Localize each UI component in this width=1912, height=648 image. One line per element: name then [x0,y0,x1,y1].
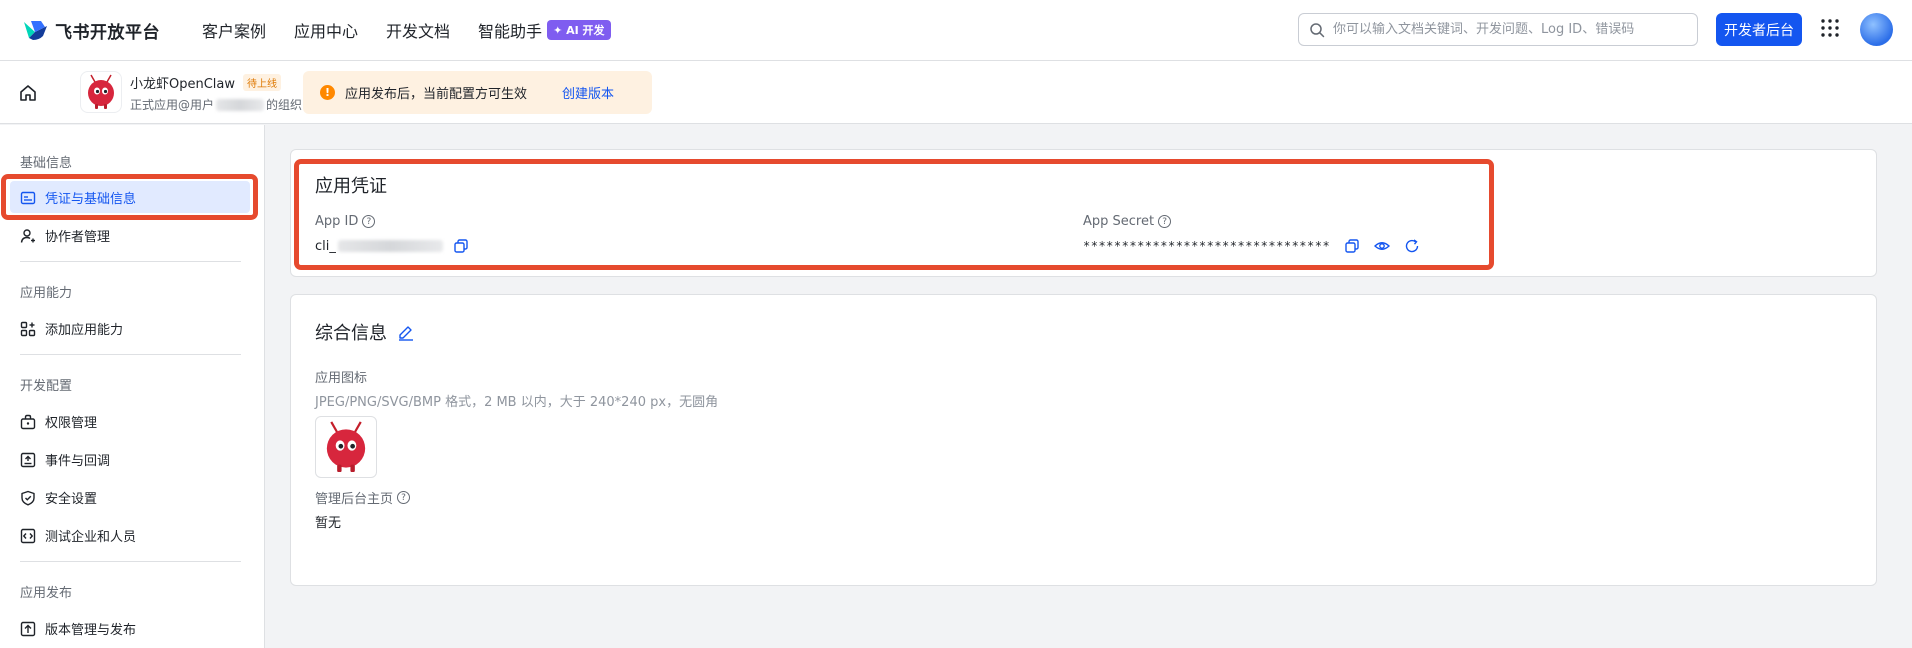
sidebar-item-label: 协作者管理 [45,230,111,245]
notice-text: 应用发布后，当前配置方可生效 [345,87,528,102]
nav-app-center[interactable]: 应用中心 [294,18,358,42]
overview-title: 综合信息 [315,319,415,345]
nav-label: 开发文档 [386,22,451,41]
nav-label: 应用中心 [294,22,359,41]
sidebar-item-test-org[interactable]: 测试企业和人员 [20,526,136,545]
user-avatar[interactable] [1860,13,1893,46]
sidebar-item-versions[interactable]: 版本管理与发布 [20,619,136,638]
admin-homepage-label-text: 管理后台主页 [315,492,394,507]
event-icon [20,452,36,467]
red-mascot-icon [326,421,366,473]
highlight-annotation-box [1,174,258,220]
app-owner-suffix: 的组织 [266,98,303,112]
app-name-text: 小龙虾OpenClaw [130,77,236,92]
sidebar-divider [20,354,241,355]
sidebar-item-security[interactable]: 安全设置 [20,488,97,507]
sidebar-item-events[interactable]: 事件与回调 [20,450,110,469]
app-icon-hint: JPEG/PNG/SVG/BMP 格式，2 MB 以内，大于 240*240 p… [315,395,719,410]
create-version-link[interactable]: 创建版本 [562,83,614,102]
edit-icon[interactable] [397,323,415,341]
sidebar-divider [20,561,241,562]
sidebar-item-collaborators[interactable]: 协作者管理 [20,226,110,245]
sidebar-group-release: 应用发布 [20,586,73,601]
search-input[interactable] [1333,22,1683,37]
warning-icon: ! [320,85,335,100]
search-box[interactable] [1298,13,1698,46]
upload-icon [20,621,36,636]
nav-dev-docs[interactable]: 开发文档 [386,18,450,42]
sidebar-item-label: 权限管理 [45,416,98,431]
main-nav: 客户案例 应用中心 开发文档 智能助手 ✦ AI 开发 [202,18,639,42]
sidebar-group-dev-config: 开发配置 [20,379,73,394]
app-owner-info: 正式应用@用户 的组织 [130,96,302,113]
nav-smart-assistant[interactable]: 智能助手 ✦ AI 开发 [478,18,611,42]
code-icon [20,528,36,543]
sidebar-item-label: 事件与回调 [45,454,111,469]
sidebar-item-label: 添加应用能力 [45,323,124,338]
sidebar-item-label: 版本管理与发布 [45,623,137,638]
nav-label: 智能助手 [478,22,543,41]
ai-dev-badge: ✦ AI 开发 [547,20,611,40]
app-icon-label: 应用图标 [315,371,368,386]
red-mascot-icon [88,74,114,109]
overview-card: 综合信息 应用图标 JPEG/PNG/SVG/BMP 格式，2 MB 以内，大于… [290,294,1877,586]
app-owner-prefix: 正式应用@用户 [130,98,215,112]
main-content: 应用凭证 App ID ? cli_ App Secret ? ********… [266,125,1912,648]
search-icon [1310,22,1325,37]
sidebar-item-permissions[interactable]: 权限管理 [20,412,97,431]
admin-homepage-label: 管理后台主页 ? [315,488,411,507]
apps-icon [20,321,36,336]
nav-customer-cases[interactable]: 客户案例 [202,18,266,42]
admin-homepage-value: 暂无 [315,516,342,531]
logo-text: 飞书开放平台 [55,22,160,43]
nav-label: 客户案例 [202,22,267,41]
developer-console-button[interactable]: 开发者后台 [1716,13,1802,46]
logo[interactable]: 飞书开放平台 [21,18,160,43]
shield-icon [21,490,35,505]
sidebar-group-capabilities: 应用能力 [20,286,73,301]
redacted-username [216,98,265,111]
sidebar-group-basic: 基础信息 [20,156,73,171]
apps-grid-icon[interactable] [1820,18,1840,38]
feishu-logo-icon [24,21,47,40]
sidebar-item-add-capability[interactable]: 添加应用能力 [20,319,123,338]
help-icon[interactable]: ? [397,491,411,504]
sidebar-item-label: 测试企业和人员 [45,530,137,545]
app-icon [80,71,122,113]
highlight-annotation-box [294,159,1494,270]
user-add-icon [20,228,35,243]
app-icon-upload[interactable] [315,416,377,478]
top-navigation-bar: 飞书开放平台 客户案例 应用中心 开发文档 智能助手 ✦ AI 开发 开发者后台 [0,0,1912,61]
lock-briefcase-icon [20,414,36,429]
publish-notice: ! 应用发布后，当前配置方可生效 创建版本 [303,71,652,114]
app-header-bar: 小龙虾OpenClaw 待上线 正式应用@用户 的组织 ! 应用发布后，当前配置… [0,61,1912,124]
home-icon[interactable] [18,83,38,103]
sidebar-divider [20,261,241,262]
app-name: 小龙虾OpenClaw 待上线 [130,73,282,92]
sidebar-item-label: 安全设置 [45,492,98,507]
status-badge: 待上线 [243,74,282,91]
overview-title-text: 综合信息 [315,323,387,344]
sidebar: 基础信息 凭证与基础信息 协作者管理 应用能力 添加应用能力 开发配置 权限管理… [0,125,265,648]
